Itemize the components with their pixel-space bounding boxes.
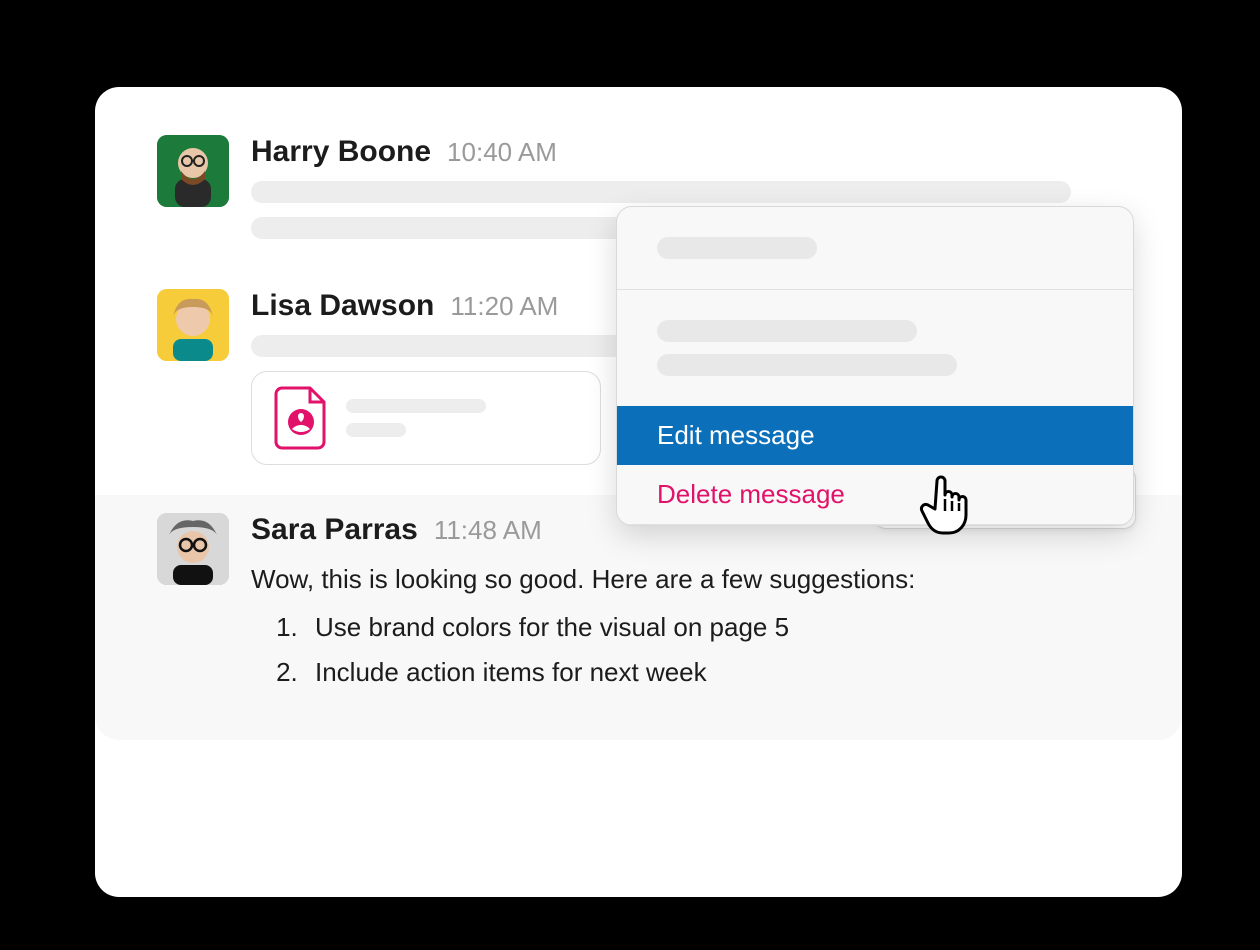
- message-header: Harry Boone 10:40 AM: [251, 135, 1120, 169]
- message-text: Wow, this is looking so good. Here are a…: [251, 559, 1120, 692]
- menu-section: [617, 207, 1133, 289]
- message-time: 11:48 AM: [434, 515, 542, 546]
- message-body: Sara Parras 11:48 AM Wow, this is lookin…: [251, 513, 1120, 696]
- message-line-placeholder: [251, 181, 1071, 203]
- delete-message-menu-item[interactable]: Delete message: [617, 465, 1133, 524]
- message-text-line: Wow, this is looking so good. Here are a…: [251, 564, 915, 594]
- attachment[interactable]: [251, 371, 601, 465]
- menu-section: [617, 290, 1133, 406]
- avatar[interactable]: [157, 289, 229, 361]
- message-context-menu: Edit message Delete message: [616, 206, 1134, 526]
- list-item: Include action items for next week: [305, 652, 1120, 692]
- message: Sara Parras 11:48 AM Wow, this is lookin…: [95, 495, 1182, 740]
- message-list: Use brand colors for the visual on page …: [251, 607, 1120, 692]
- message-time: 11:20 AM: [450, 291, 558, 322]
- menu-item-placeholder[interactable]: [657, 320, 917, 342]
- pointer-cursor-icon: [917, 475, 971, 535]
- menu-divider: [617, 524, 1133, 525]
- author-name[interactable]: Harry Boone: [251, 135, 431, 169]
- avatar[interactable]: [157, 513, 229, 585]
- attachment-sub-placeholder: [346, 423, 406, 437]
- chat-card: Harry Boone 10:40 AM Lisa Dawson 11:20 A…: [95, 87, 1182, 897]
- attachment-meta: [346, 399, 578, 437]
- attachment-title-placeholder: [346, 399, 486, 413]
- message-time: 10:40 AM: [447, 137, 557, 168]
- avatar[interactable]: [157, 135, 229, 207]
- menu-item-placeholder[interactable]: [657, 237, 817, 259]
- edit-message-menu-item[interactable]: Edit message: [617, 406, 1133, 465]
- menu-item-placeholder[interactable]: [657, 354, 957, 376]
- list-item: Use brand colors for the visual on page …: [305, 607, 1120, 647]
- pdf-icon: [274, 386, 328, 450]
- author-name[interactable]: Lisa Dawson: [251, 289, 434, 323]
- author-name[interactable]: Sara Parras: [251, 513, 418, 547]
